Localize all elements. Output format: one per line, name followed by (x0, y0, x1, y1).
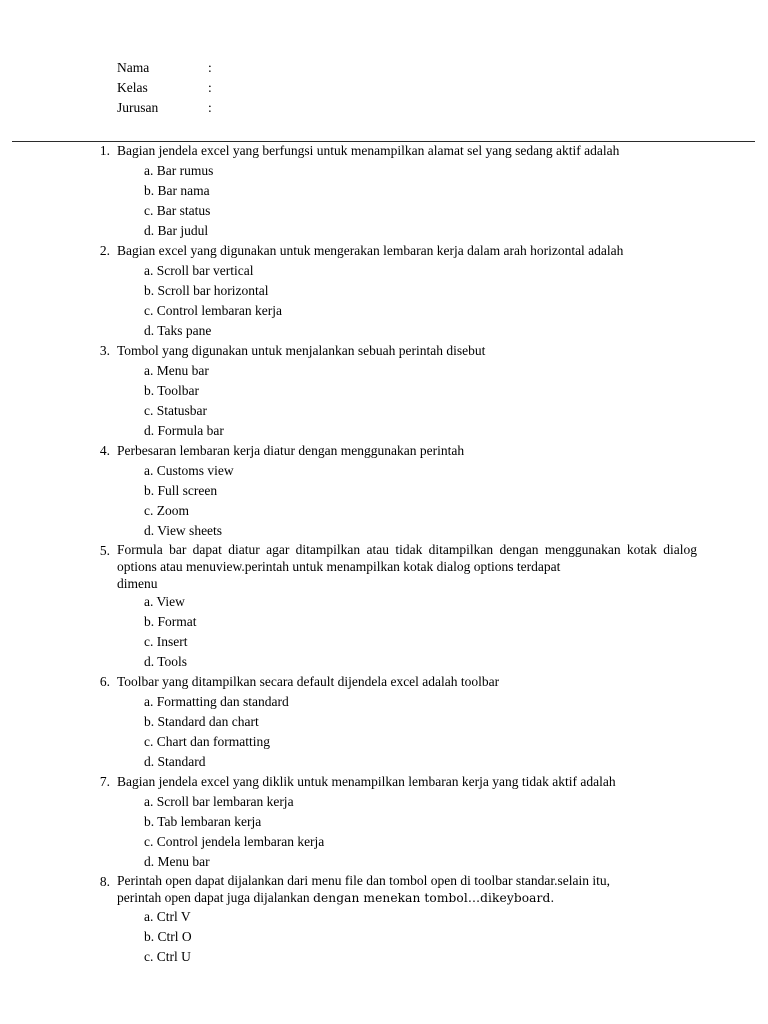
question-item: 7. Bagian jendela excel yang diklik untuk… (0, 772, 768, 872)
answer-option-list: a. Menu bar b. Toolbar c. Statusbar d. Form… (117, 361, 697, 441)
answer-option[interactable]: c. Insert (117, 632, 697, 652)
identity-label-jurusan: Jurusan (117, 100, 159, 115)
answer-option[interactable]: c. Statusbar (117, 401, 697, 421)
answer-option[interactable]: d. View sheets (117, 521, 697, 541)
answer-option[interactable]: c. Bar status (117, 201, 697, 221)
answer-option-list: a. View b. Format c. Insert d. Tools (117, 592, 697, 672)
answer-option[interactable]: a. Formatting dan standard (117, 692, 697, 712)
question-number: 1. (99, 143, 110, 158)
answer-option[interactable]: b. Toolbar (117, 381, 697, 401)
question-list: 1. Bagian jendela excel yang berfungsi un… (0, 141, 768, 967)
answer-option-list: a. Scroll bar vertical b. Scroll bar hori… (117, 261, 697, 341)
question-item: 5. Formula bar dapat diatur agar ditampil… (0, 541, 768, 672)
answer-option[interactable]: a. Menu bar (117, 361, 697, 381)
identity-separator-jurusan: : (208, 100, 212, 115)
answer-option[interactable]: c. Ctrl U (117, 947, 697, 967)
answer-option[interactable]: d. Formula bar (117, 421, 697, 441)
answer-option[interactable]: c. Chart dan formatting (117, 732, 697, 752)
question-number: 3. (99, 343, 110, 358)
question-item: 3. Tombol yang digunakan untuk menjalanka… (0, 341, 768, 441)
question-text: Bagian jendela excel yang diklik untuk m… (117, 774, 616, 789)
answer-option[interactable]: d. Tools (117, 652, 697, 672)
answer-option[interactable]: a. Customs view (117, 461, 697, 481)
question-item: 4. Perbesaran lembaran kerja diatur denga… (0, 441, 768, 541)
answer-option-list: a. Customs view b. Full screen c. Zoom d. V… (117, 461, 697, 541)
question-number: 8. (99, 874, 110, 889)
answer-option-list: a. Ctrl Vb. Ctrl Oc. Ctrl U (117, 907, 697, 967)
answer-option[interactable]: c. Control jendela lembaran kerja (117, 832, 697, 852)
answer-option-list: a. Formatting dan standard b. Standard da… (117, 692, 697, 772)
question-number: 7. (99, 774, 110, 789)
identity-label-nama: Nama (117, 60, 150, 75)
exam-worksheet-page: Nama : Kelas : Jurusan : 1. Bagian jendel… (0, 0, 768, 1024)
answer-option[interactable]: d. Bar judul (117, 221, 697, 241)
question-number: 2. (99, 243, 110, 258)
question-text: Bagian jendela excel yang berfungsi untu… (117, 143, 620, 158)
identity-row-jurusan: Jurusan : (117, 98, 400, 118)
answer-option[interactable]: a. View (117, 592, 697, 612)
answer-option[interactable]: a. Scroll bar vertical (117, 261, 697, 281)
answer-option[interactable]: c. Zoom (117, 501, 697, 521)
question-item: 1. Bagian jendela excel yang berfungsi un… (0, 141, 768, 241)
question-text: Toolbar yang ditampilkan secara default … (117, 674, 500, 689)
answer-option[interactable]: a. Bar rumus (117, 161, 697, 181)
question-item: 2. Bagian excel yang digunakan untuk meng… (0, 241, 768, 341)
question-text-continuation-emphasis: dengan menekan tombol…dikeyboard. (313, 891, 555, 905)
question-text-continuation-prefix: perintah open dapat juga dijalankan (117, 890, 314, 905)
answer-option[interactable]: b. Tab lembaran kerja (117, 812, 697, 832)
question-number: 6. (99, 674, 110, 689)
identity-row-kelas: Kelas : (117, 78, 400, 98)
question-number: 4. (99, 443, 110, 458)
question-text: Formula bar dapat diatur agar ditampilka… (117, 541, 697, 592)
question-text-body: Formula bar dapat diatur agar ditampilka… (117, 542, 697, 574)
question-text: Perintah open dapat dijalankan dari menu… (117, 872, 697, 907)
question-text: Bagian excel yang digunakan untuk menger… (117, 243, 624, 258)
answer-option[interactable]: b. Ctrl O (117, 927, 697, 947)
question-text-continuation: dimenu (117, 576, 158, 591)
answer-option-list: a. Scroll bar lembaran kerja b. Tab lemba… (117, 792, 697, 872)
question-text-continuation: perintah open dapat juga dijalankan deng… (117, 889, 697, 907)
answer-option[interactable]: d. Menu bar (117, 852, 697, 872)
answer-option[interactable]: b. Scroll bar horizontal (117, 281, 697, 301)
question-text: Perbesaran lembaran kerja diatur dengan … (117, 443, 465, 458)
answer-option[interactable]: b. Format (117, 612, 697, 632)
identity-label-kelas: Kelas (117, 80, 148, 95)
student-identity-block: Nama : Kelas : Jurusan : (117, 58, 400, 118)
answer-option[interactable]: b. Standard dan chart (117, 712, 697, 732)
question-number: 5. (99, 543, 110, 558)
answer-option-list: a. Bar rumus b. Bar nama c. Bar status d. B… (117, 161, 697, 241)
question-text: Tombol yang digunakan untuk menjalankan … (117, 343, 486, 358)
question-item: 6. Toolbar yang ditampilkan secara defaul… (0, 672, 768, 772)
answer-option[interactable]: d. Standard (117, 752, 697, 772)
answer-option[interactable]: a. Ctrl V (117, 907, 697, 927)
identity-separator-kelas: : (208, 80, 212, 95)
question-item: 8. Perintah open dapat dijalankan dari me… (0, 872, 768, 967)
identity-separator-nama: : (208, 60, 212, 75)
identity-row-nama: Nama : (117, 58, 400, 78)
answer-option[interactable]: b. Bar nama (117, 181, 697, 201)
question-text-body: Perintah open dapat dijalankan dari menu… (117, 873, 610, 888)
answer-option[interactable]: c. Control lembaran kerja (117, 301, 697, 321)
answer-option[interactable]: a. Scroll bar lembaran kerja (117, 792, 697, 812)
answer-option[interactable]: b. Full screen (117, 481, 697, 501)
answer-option[interactable]: d. Taks pane (117, 321, 697, 341)
